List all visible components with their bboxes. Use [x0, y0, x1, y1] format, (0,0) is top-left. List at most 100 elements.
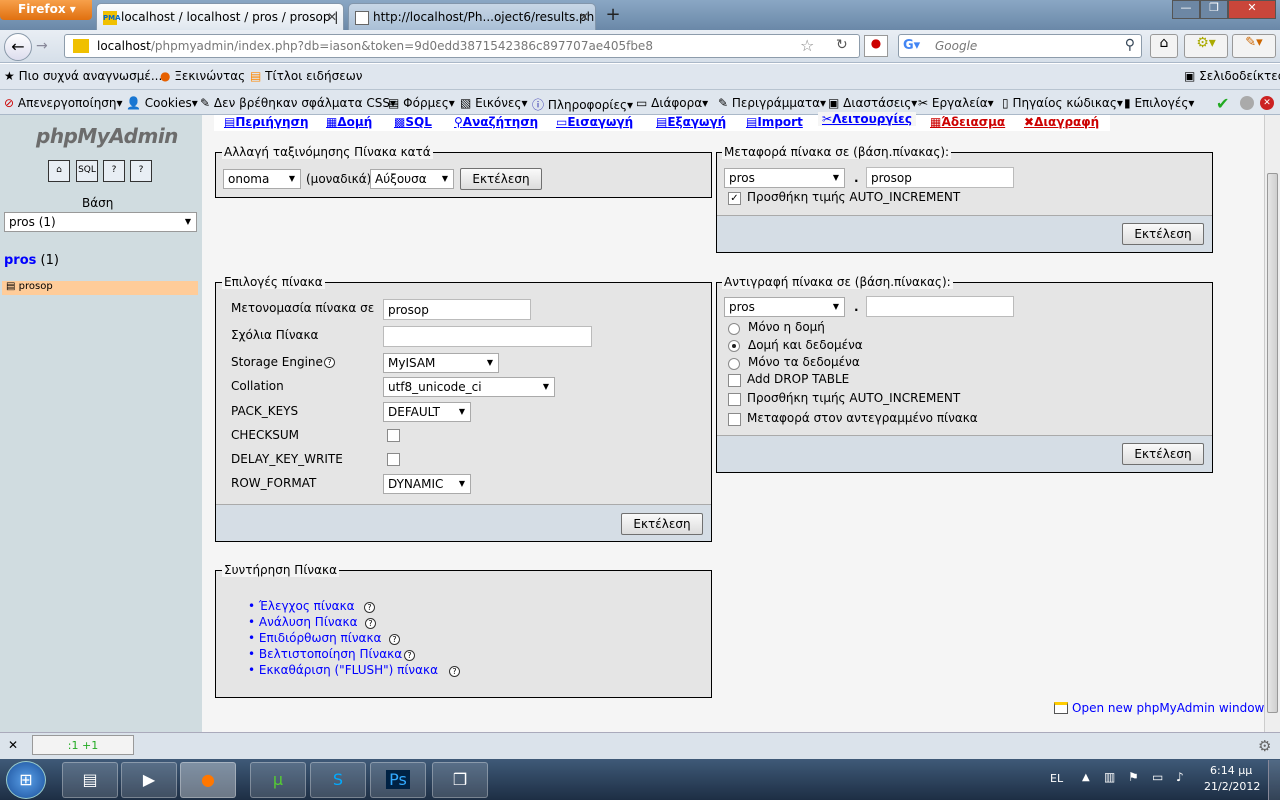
tab-import[interactable]: ▤Import [746, 115, 803, 129]
utorrent-taskbar-icon[interactable]: µ [250, 762, 306, 798]
search-icon[interactable]: ⚲ [1125, 37, 1135, 53]
wd-css[interactable]: ✎ Δεν βρέθηκαν σφάλματα CSS▾ [200, 96, 396, 110]
reload-icon[interactable]: ↻ [836, 37, 848, 53]
structure-only-radio[interactable] [728, 323, 740, 335]
engine-select[interactable]: MyISAM ▼ [383, 353, 499, 373]
bookmark-getting-started[interactable]: ● Ξεκινώντας [160, 69, 245, 83]
sort-order-select[interactable]: Αύξουσα ▼ [370, 169, 454, 189]
tab-structure[interactable]: ▦Δομή [326, 115, 372, 129]
language-indicator[interactable]: EL [1050, 772, 1063, 785]
sort-go-button[interactable]: Εκτέλεση [460, 168, 542, 190]
help-icon[interactable]: ? [404, 650, 415, 661]
close-window-button[interactable]: ✕ [1228, 0, 1276, 19]
docs-icon[interactable]: ? [130, 160, 152, 182]
photoshop-taskbar-icon[interactable]: Ps [370, 762, 426, 798]
bookmark-news-headlines[interactable]: ▤ Τίτλοι ειδήσεων [250, 69, 362, 83]
repair-table-link[interactable]: • Επιδιόρθωση πίνακα [248, 631, 381, 645]
tab-phpmyadmin[interactable]: PMA localhost / localhost / pros / prosop… [96, 3, 344, 30]
sql-icon[interactable]: SQL [76, 160, 98, 182]
skype-taskbar-icon[interactable]: S [310, 762, 366, 798]
sort-column-select[interactable]: onoma ▼ [223, 169, 301, 189]
collation-select[interactable]: utf8_unicode_ci ▼ [383, 377, 555, 397]
tab-browse[interactable]: ▤Περιήγηση [224, 115, 308, 129]
wd-misc[interactable]: ▭ Διάφορα▾ [636, 96, 708, 110]
data-only-radio[interactable] [728, 358, 740, 370]
display-icon[interactable]: ▭ [1152, 770, 1163, 784]
gear-icon[interactable]: ⚙ [1258, 737, 1271, 755]
move-auto-increment-checkbox[interactable]: ✓ [728, 192, 741, 205]
media-player-taskbar-icon[interactable]: ▶ [121, 762, 177, 798]
bookmark-most-visited[interactable]: ★ Πιο συχνά αναγνωσμέ... [4, 69, 162, 83]
wd-information[interactable]: ⓘ Πληροφορίες▾ [532, 96, 633, 113]
database-link[interactable]: pros (1) [4, 253, 59, 268]
wd-forms[interactable]: ▤ Φόρμες▾ [388, 96, 455, 110]
restore-button[interactable]: ❐ [1200, 0, 1228, 19]
open-new-window-link[interactable]: Open new phpMyAdmin window [1072, 701, 1264, 715]
wd-resize[interactable]: ▣ Διαστάσεις▾ [828, 96, 917, 110]
check-icon[interactable]: ✔ [1216, 94, 1229, 113]
rename-input[interactable]: prosop [383, 299, 531, 320]
checksum-checkbox[interactable] [387, 429, 400, 442]
tab-insert[interactable]: ▭Εισαγωγή [556, 115, 633, 129]
pack-keys-select[interactable]: DEFAULT ▼ [383, 402, 471, 422]
help-icon[interactable]: ? [103, 160, 125, 182]
analyze-table-link[interactable]: • Ανάλυση Πίνακα [248, 615, 357, 629]
optimize-table-link[interactable]: • Βελτιστοποίηση Πίνακα [248, 647, 402, 661]
scrollbar-thumb[interactable] [1267, 173, 1278, 713]
back-button[interactable]: ← [4, 33, 32, 61]
move-table-input[interactable]: prosop [866, 167, 1014, 188]
wd-disable[interactable]: ⊘ Απενεργοποίηση▾ [4, 96, 123, 110]
drop-table-checkbox[interactable] [728, 374, 741, 387]
copy-go-button[interactable]: Εκτέλεση [1122, 443, 1204, 465]
copy-auto-increment-checkbox[interactable] [728, 393, 741, 406]
tab-sql[interactable]: ▩SQL [394, 115, 432, 129]
tab-search[interactable]: ⚲Αναζήτηση [454, 115, 538, 129]
network-icon[interactable]: ▥ [1104, 770, 1115, 784]
firefox-taskbar-icon[interactable]: ● [180, 762, 236, 798]
tab-results[interactable]: http://localhost/Ph...oject6/results.php… [348, 3, 596, 30]
status-counter[interactable]: :1 +1 [32, 735, 134, 755]
copy-table-input[interactable] [866, 296, 1014, 317]
close-icon[interactable]: ✕ [327, 10, 337, 24]
bookmark-star-icon[interactable]: ☆ [800, 36, 814, 55]
phpmyadmin-logo[interactable]: phpMyAdmin [36, 124, 178, 148]
wd-options[interactable]: ▮ Επιλογές▾ [1124, 96, 1194, 110]
close-toolbar-icon[interactable]: ✕ [1260, 96, 1274, 110]
options-go-button[interactable]: Εκτέλεση [621, 513, 703, 535]
minimize-button[interactable]: — [1172, 0, 1200, 19]
comments-input[interactable] [383, 326, 592, 347]
volume-icon[interactable]: ♪ [1176, 770, 1184, 784]
close-icon[interactable]: ✕ [579, 10, 589, 24]
row-format-select[interactable]: DYNAMIC ▼ [383, 474, 471, 494]
database-select[interactable]: pros (1) ▼ [4, 212, 197, 232]
status-grey-icon[interactable] [1240, 96, 1254, 110]
flush-table-link[interactable]: • Εκκαθάριση ("FLUSH") πίνακα [248, 663, 438, 677]
addon-icon[interactable]: ● [864, 35, 888, 57]
home-button[interactable]: ⌂ [1150, 34, 1178, 58]
bookmarks-menu[interactable]: ▣ Σελιδοδείκτες [1184, 69, 1280, 83]
structure-data-radio[interactable] [728, 340, 740, 352]
help-icon[interactable]: ? [365, 618, 376, 629]
clock-time[interactable]: 6:14 μμ [1210, 764, 1252, 777]
close-icon[interactable]: ✕ [8, 738, 18, 752]
show-desktop-button[interactable] [1268, 760, 1280, 800]
help-icon[interactable]: ? [324, 357, 335, 368]
wd-images[interactable]: ▧ Εικόνες▾ [460, 96, 528, 110]
switch-to-copied-checkbox[interactable] [728, 413, 741, 426]
wd-cookies[interactable]: 👤 Cookies▾ [126, 96, 198, 110]
tab-export[interactable]: ▤Εξαγωγή [656, 115, 726, 129]
delay-key-write-checkbox[interactable] [387, 453, 400, 466]
move-db-select[interactable]: pros ▼ [724, 168, 845, 188]
new-tab-button[interactable]: + [600, 4, 626, 28]
forward-button[interactable]: → [36, 38, 48, 54]
table-item-prosop[interactable]: ▤ prosop [2, 281, 198, 295]
wd-tools[interactable]: ✂ Εργαλεία▾ [918, 96, 994, 110]
move-go-button[interactable]: Εκτέλεση [1122, 223, 1204, 245]
search-input[interactable]: G▾ Google ⚲ [898, 34, 1142, 58]
wd-outline[interactable]: ✎ Περιγράμματα▾ [718, 96, 826, 110]
tab-drop[interactable]: ✖Διαγραφή [1024, 115, 1099, 129]
help-icon[interactable]: ? [389, 634, 400, 645]
tab-operations[interactable]: ✂Λειτουργίες [818, 112, 916, 126]
extension-gear-icon[interactable]: ⚙▾ [1184, 34, 1228, 58]
explorer-taskbar-icon[interactable]: ▤ [62, 762, 118, 798]
